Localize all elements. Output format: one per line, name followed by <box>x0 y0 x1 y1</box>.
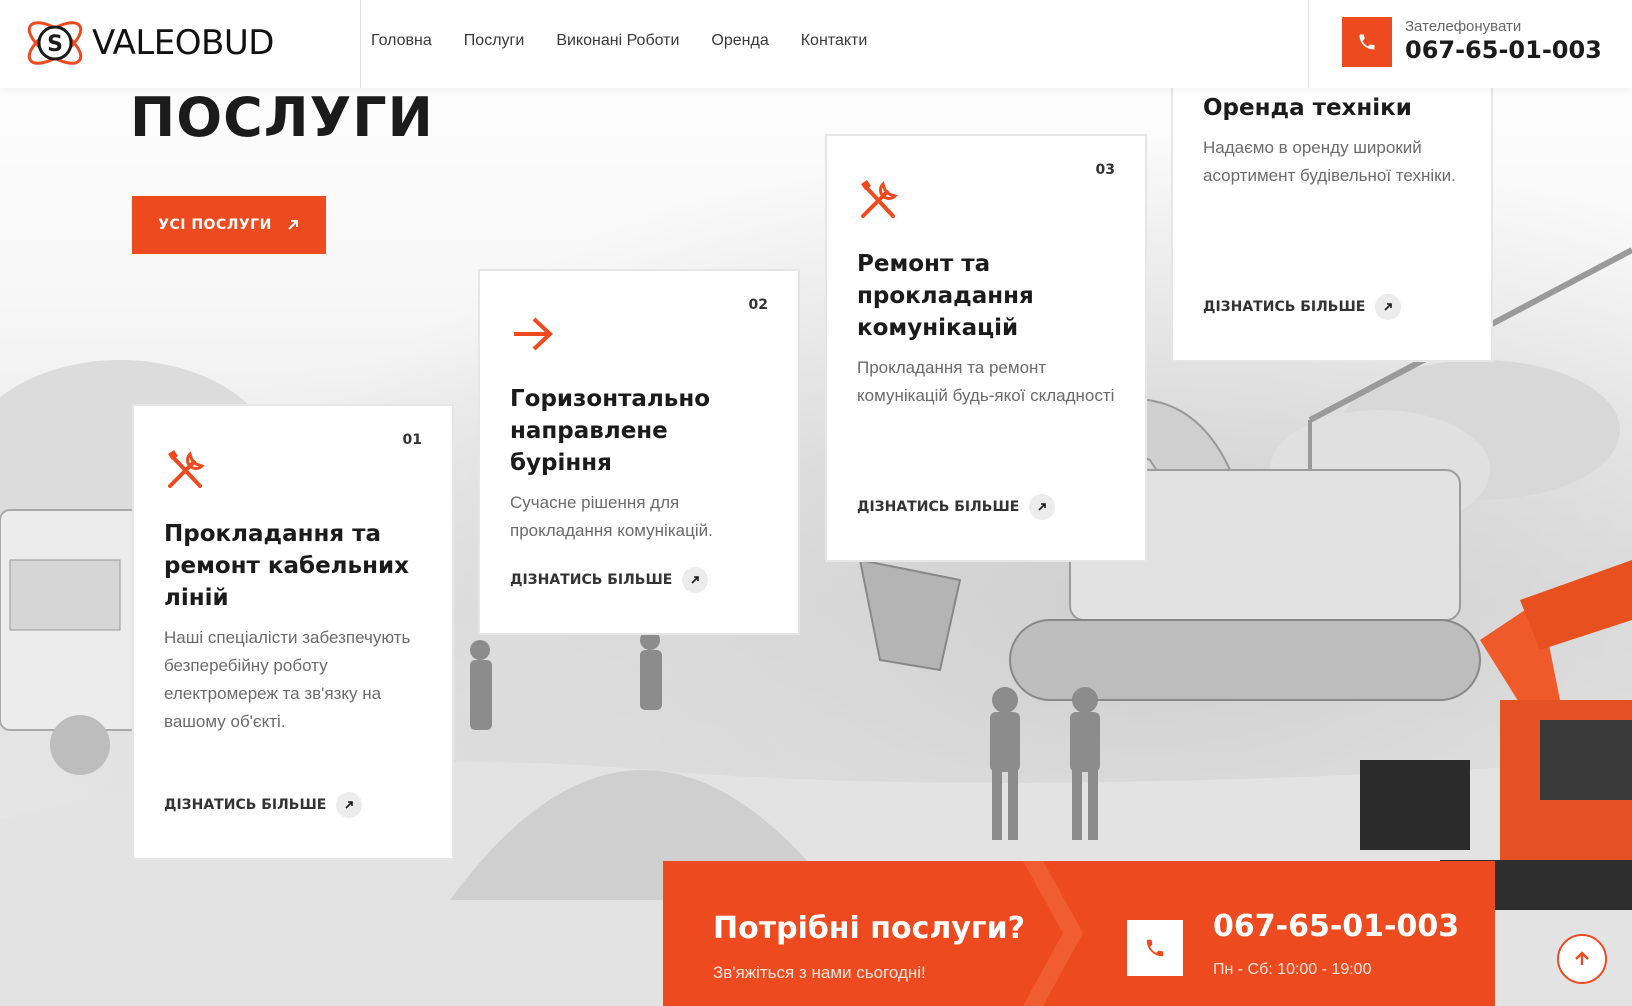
nav-item-rent[interactable]: Оренда <box>711 32 768 50</box>
all-services-button[interactable]: УСІ ПОСЛУГИ <box>132 196 326 254</box>
arrow-up-right-icon <box>1029 494 1056 520</box>
arrow-up-right-icon <box>1375 294 1402 320</box>
header-divider <box>1308 0 1309 88</box>
service-card-equipment-rent: Оренда техніки Надаємо в оренду широкий … <box>1171 60 1493 362</box>
call-button[interactable] <box>1342 17 1392 67</box>
logo-letter: S <box>47 32 63 57</box>
card-number: 01 <box>402 432 422 448</box>
contact-cta-banner: Потрібні послуги? Зв'яжіться з нами сьог… <box>663 861 1495 1006</box>
card-description: Надаємо в оренду широкий асортимент буді… <box>1203 138 1456 185</box>
tools-icon <box>861 180 898 218</box>
service-card-cable-lines: 01 Прокладання та ремонт кабельних ліній… <box>132 404 454 860</box>
logo-atom-icon: S <box>27 21 83 65</box>
cta-subtitle: Зв'яжіться з нами сьогодні! <box>713 963 926 982</box>
card-title: Горизонтально направлене буріння <box>510 386 711 476</box>
call-label: Зателефонувати <box>1405 18 1522 35</box>
arrow-up-right-icon <box>288 220 298 230</box>
learn-more-link[interactable]: ДІЗНАТИСЬ БІЛЬШЕ <box>510 567 709 593</box>
card-description: Прокладання та ремонт комунікацій будь-я… <box>857 358 1115 405</box>
scroll-to-top-button[interactable] <box>1557 934 1607 984</box>
service-card-communications: 03 Ремонт та прокладання комунікацій Про… <box>825 134 1147 562</box>
card-title: Оренда техніки <box>1203 95 1412 121</box>
call-number[interactable]: 067-65-01-003 <box>1405 36 1602 64</box>
cta-phone-number[interactable]: 067-65-01-003 <box>1213 909 1459 944</box>
arrow-up-icon <box>1575 951 1589 965</box>
cta-call-button[interactable] <box>1127 920 1183 976</box>
all-services-label: УСІ ПОСЛУГИ <box>158 217 272 233</box>
nav-item-home[interactable]: Головна <box>371 32 432 50</box>
card-description: Сучасне рішення для прокладання комуніка… <box>510 493 713 540</box>
page-title: ПОСЛУГИ <box>130 86 434 149</box>
chevron-decoration <box>1023 861 1083 1006</box>
nav-item-works[interactable]: Виконані Роботи <box>556 32 679 50</box>
cta-hours: Пн - Сб: 10:00 - 19:00 <box>1213 961 1372 978</box>
logo[interactable]: S VALEOBUD <box>20 8 320 78</box>
header-divider <box>360 0 361 88</box>
card-title: Ремонт та прокладання комунікацій <box>857 251 1034 341</box>
phone-icon <box>1359 34 1375 50</box>
card-description: Наші спеціалісти забезпечують безперебій… <box>164 628 411 731</box>
card-number: 03 <box>1095 162 1115 178</box>
phone-icon <box>1146 939 1164 957</box>
learn-more-label: ДІЗНАТИСЬ БІЛЬШЕ <box>164 797 327 813</box>
main-nav: Головна Послуги Виконані Роботи Оренда К… <box>371 32 899 50</box>
learn-more-label: ДІЗНАТИСЬ БІЛЬШЕ <box>857 499 1020 515</box>
arrow-up-right-icon <box>336 792 363 818</box>
learn-more-link[interactable]: ДІЗНАТИСЬ БІЛЬШЕ <box>164 792 363 818</box>
card-number: 02 <box>748 297 768 313</box>
arrow-up-right-icon <box>682 567 709 593</box>
logo-text: VALEOBUD <box>92 23 274 63</box>
service-card-directional-drilling: 02 Горизонтально направлене буріння Суча… <box>478 269 800 635</box>
cta-title: Потрібні послуги? <box>713 911 1026 946</box>
nav-item-contacts[interactable]: Контакти <box>801 32 868 50</box>
card-title: Прокладання та ремонт кабельних ліній <box>164 521 409 611</box>
learn-more-label: ДІЗНАТИСЬ БІЛЬШЕ <box>1203 299 1366 315</box>
learn-more-link[interactable]: ДІЗНАТИСЬ БІЛЬШЕ <box>1203 294 1402 320</box>
learn-more-link[interactable]: ДІЗНАТИСЬ БІЛЬШЕ <box>857 494 1056 520</box>
site-header: S VALEOBUD Головна Послуги Виконані Робо… <box>0 0 1632 88</box>
tools-icon <box>168 450 205 488</box>
learn-more-label: ДІЗНАТИСЬ БІЛЬШЕ <box>510 572 673 588</box>
nav-item-services[interactable]: Послуги <box>464 32 525 50</box>
arrow-right-icon <box>514 317 553 351</box>
